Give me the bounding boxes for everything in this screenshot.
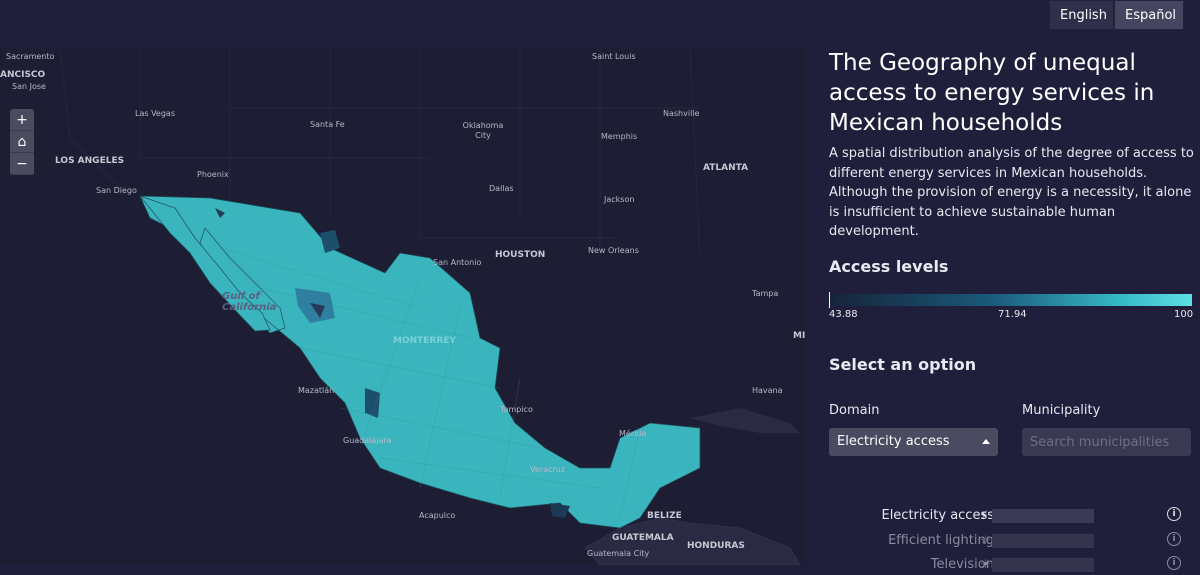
zoom-in-button[interactable]: +: [10, 109, 34, 131]
domain-label: Domain: [829, 403, 880, 418]
row-bar: [992, 534, 1094, 548]
info-icon[interactable]: i: [1167, 507, 1181, 521]
city-label: ANCISCO: [0, 70, 46, 80]
legend-max: 100: [1174, 309, 1194, 320]
select-option-heading: Select an option: [829, 355, 977, 374]
city-label: Guadalajara: [343, 436, 392, 445]
city-label: HOUSTON: [495, 250, 546, 260]
city-label: Nashville: [663, 109, 700, 118]
spanish-button[interactable]: Español: [1114, 0, 1184, 30]
info-icon[interactable]: i: [1167, 556, 1181, 570]
legend-marker: [829, 292, 830, 308]
legend-min: 43.88: [829, 309, 858, 320]
lightning-icon: ⚡: [980, 508, 989, 522]
domain-row-lighting[interactable]: Efficient lighting ☼ i: [805, 531, 1200, 551]
city-label: Veracruz: [530, 465, 565, 474]
city-label: Tampa: [752, 289, 779, 298]
access-legend-bar: [829, 294, 1192, 306]
television-icon: ☀: [980, 557, 991, 571]
domain-row-electricity[interactable]: Electricity access ⚡ i: [805, 506, 1200, 526]
zoom-controls: + ⌂ −: [10, 109, 34, 175]
english-button[interactable]: English: [1049, 0, 1114, 30]
description: A spatial distribution analysis of the d…: [829, 146, 1194, 239]
city-label: San Diego: [96, 186, 137, 195]
city-label: Phoenix: [197, 170, 229, 179]
city-label: Sacramento: [6, 52, 55, 61]
city-label: Oklahoma City: [462, 121, 504, 140]
city-label: New Orleans: [588, 246, 639, 255]
municipality-search-input[interactable]: [1022, 428, 1191, 456]
city-label: Mérida: [619, 429, 647, 438]
city-label: Guatemala City: [587, 549, 650, 558]
access-levels-heading: Access levels: [829, 257, 949, 276]
map-canvas: [59, 48, 801, 565]
row-bar: [992, 509, 1094, 523]
row-label: Efficient lighting: [888, 533, 994, 548]
caret-up-icon: [982, 439, 990, 444]
info-icon[interactable]: i: [1167, 532, 1181, 546]
city-label: Dallas: [489, 184, 514, 193]
city-label: Tampico: [500, 405, 533, 414]
city-label: Mazatlán: [298, 386, 335, 395]
city-label: ATLANTA: [703, 163, 749, 173]
city-label: Las Vegas: [135, 109, 175, 118]
city-label: BELIZE: [647, 511, 682, 521]
city-label: San Antonio: [433, 258, 482, 267]
domain-row-television[interactable]: Television ☀ i: [805, 555, 1200, 575]
city-label: HONDURAS: [687, 541, 745, 551]
info-panel: The Geography of unequal access to energ…: [805, 48, 1200, 572]
legend-mid: 71.94: [998, 309, 1027, 320]
home-button[interactable]: ⌂: [10, 131, 34, 153]
city-label: Havana: [752, 386, 783, 395]
city-label: Memphis: [601, 132, 638, 141]
city-label: Santa Fe: [310, 120, 345, 129]
page-title: The Geography of unequal access to energ…: [829, 50, 1155, 136]
row-label: Electricity access: [881, 508, 994, 523]
city-label: MONTERREY: [393, 336, 456, 346]
map-view[interactable]: + ⌂ − Sacramento ANCISCO San Jose Las Ve…: [0, 48, 805, 565]
zoom-out-button[interactable]: −: [10, 153, 34, 175]
city-label: San Jose: [12, 82, 46, 91]
city-label: Jackson: [604, 195, 635, 204]
city-label: Acapulco: [419, 511, 456, 520]
lightbulb-icon: ☼: [980, 533, 991, 547]
domain-select[interactable]: Electricity access: [829, 428, 998, 456]
city-label: MI: [793, 331, 805, 341]
city-label: LOS ANGELES: [55, 156, 125, 166]
row-bar: [992, 558, 1094, 572]
domain-value: Electricity access: [837, 434, 950, 449]
top-bar: English Español: [0, 0, 1200, 48]
city-label: GUATEMALA: [612, 533, 674, 543]
sea-label: Gulf of California: [222, 291, 277, 313]
city-label: Saint Louis: [592, 52, 636, 61]
municipality-label: Municipality: [1022, 403, 1101, 418]
